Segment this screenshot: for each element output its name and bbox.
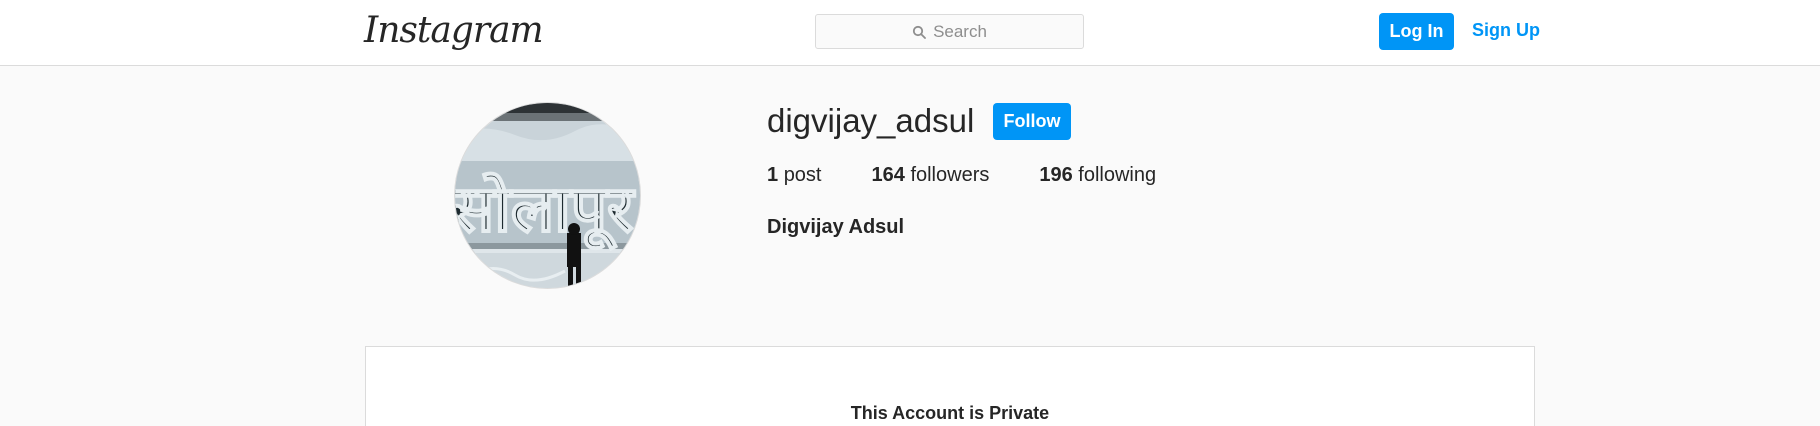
stat-posts-label: post (783, 164, 822, 186)
stat-following: 196 following (1039, 164, 1156, 187)
search-icon (912, 25, 926, 39)
avatar-photo: सोलापूर (455, 103, 640, 288)
profile-stats: 1 post 164 followers 196 following (767, 164, 1206, 187)
profile-username: digvijay_adsul (767, 102, 975, 139)
avatar: सोलापूर (454, 102, 641, 289)
private-account-message: This Account is Private (850, 403, 1050, 423)
follow-button[interactable]: Follow (993, 103, 1071, 140)
profile-full-name: Digvijay Adsul (767, 216, 905, 238)
top-navigation-bar: Instagram Search Log In Sign Up (0, 0, 1820, 66)
stat-followers-count: 164 (871, 164, 905, 186)
stat-followers-label: followers (910, 164, 990, 186)
avatar-sign-text: सोलापूर (455, 172, 636, 250)
stat-following-label: following (1078, 164, 1157, 186)
stat-posts-count: 1 (767, 164, 779, 186)
stat-posts: 1 post (767, 164, 822, 187)
log-in-button[interactable]: Log In (1379, 13, 1454, 50)
instagram-logo[interactable]: Instagram (364, 10, 544, 51)
private-account-card: This Account is Private (365, 346, 1535, 426)
sign-up-link[interactable]: Sign Up (1472, 20, 1540, 41)
stat-followers: 164 followers (872, 164, 990, 187)
stat-following-count: 196 (1039, 164, 1073, 186)
search-input[interactable]: Search (815, 14, 1084, 49)
search-placeholder: Search (933, 21, 987, 41)
